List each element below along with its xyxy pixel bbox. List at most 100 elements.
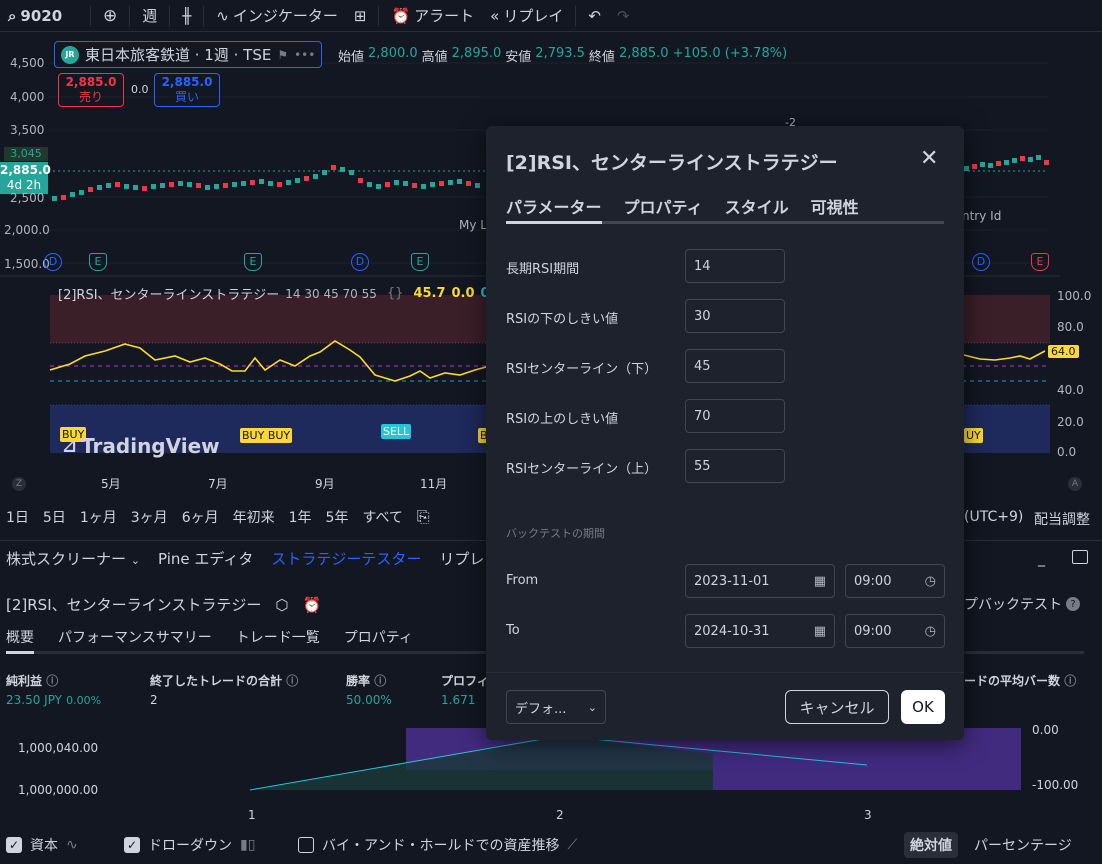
layouts-button[interactable]: ⊞ [346,0,375,32]
flag-icon[interactable]: ⚑ [277,48,288,62]
subtab-properties[interactable]: プロパティ [344,627,413,647]
close-icon[interactable]: ✕ [920,146,938,171]
tab-screener[interactable]: 株式スクリーナー ⌄ [6,548,140,569]
line-icon: ∿ [66,837,78,853]
rsi-value: 0.0 [451,286,475,301]
range-1d[interactable]: 1日 [6,507,29,527]
equity-checkbox[interactable]: ✓ 資本 ∿ [6,835,78,855]
timezone[interactable]: (UTC+9) [964,509,1023,525]
subtab-overview[interactable]: 概要 [6,627,34,647]
range-6m[interactable]: 6ヶ月 [182,507,219,527]
subtab-trades[interactable]: トレード一覧 [236,627,320,647]
symbol-legend[interactable]: JR 東日本旅客鉄道 · 1週 · TSE ⚑ ••• [54,41,323,68]
chart-type-button[interactable]: ╫ [174,0,199,32]
calendar-icon[interactable]: ▦ [814,624,826,639]
clock-icon[interactable]: ◷ [925,624,936,639]
tab-replay[interactable]: リプレ [439,548,484,569]
checkbox-label: バイ・アンド・ホールドでの資産推移 [322,838,560,854]
candle [1036,155,1041,160]
symbol-search[interactable]: ⌕ 9020 [0,0,86,32]
stat-value: 2 [150,693,158,707]
tab-pine-editor[interactable]: Pine エディタ [158,548,253,569]
strategy-settings-dialog: [2]RSI、センターラインストラテジー ✕ パラメーター プロパティ スタイル… [486,126,964,740]
drawdown-checkbox[interactable]: ✓ ドローダウン ▮▯ [124,835,255,855]
bars-icon: ▮▯ [240,837,256,853]
redo-button[interactable]: ↷ [609,0,638,32]
replay-button[interactable]: « リプレイ [482,0,571,32]
info-icon[interactable]: ⓘ [46,674,58,688]
range-3m[interactable]: 3ヶ月 [131,507,168,527]
subtab-performance[interactable]: パフォーマンスサマリー [58,627,212,647]
checkbox-unchecked[interactable] [298,837,314,853]
candle [169,182,174,187]
candle [972,164,977,169]
sell-button[interactable]: 2,885.0 売り [58,73,124,107]
divider [203,5,205,26]
settings-icon[interactable]: ⬡ [275,596,288,614]
more-icon[interactable]: ••• [294,48,315,62]
from-date-input[interactable]: 2023-11-01 ▦ [685,564,835,598]
rsi-upper-input[interactable]: 70 [685,399,785,433]
range-1m[interactable]: 1ヶ月 [80,507,117,527]
deep-backtest[interactable]: プバックテスト ? [964,594,1080,614]
earnings-marker[interactable]: E [89,253,107,271]
range-ytd[interactable]: 年初来 [233,507,275,527]
calendar-icon[interactable]: ▦ [814,574,826,589]
dividend-marker[interactable]: D [44,253,62,271]
buy-button[interactable]: 2,885.0 買い [154,73,220,107]
candle [340,167,345,172]
candle [430,182,435,187]
tab-style[interactable]: スタイル [725,194,789,218]
tab-properties[interactable]: プロパティ [624,194,703,218]
rsi-center-upper-input[interactable]: 55 [685,449,785,483]
dividend-marker[interactable]: D [351,253,369,271]
auto-scale-button[interactable]: A [1068,477,1082,491]
rsi-legend[interactable]: [2]RSI、センターラインストラテジー 14 30 45 70 55 {} 4… [58,284,504,303]
indicators-button[interactable]: ∿ インジケーター [208,0,346,32]
tab-parameters[interactable]: パラメーター [506,194,602,218]
source-code-icon[interactable]: {} [387,286,404,301]
rsi-length-input[interactable]: 14 [685,249,785,283]
rsi-lower-input[interactable]: 30 [685,299,785,333]
range-1y[interactable]: 1年 [289,507,312,527]
alert-button[interactable]: ⏰ アラート [383,0,482,32]
rsi-center-lower-input[interactable]: 45 [685,349,785,383]
info-icon[interactable]: ⓘ [1064,674,1076,688]
to-date-input[interactable]: 2024-10-31 ▦ [685,614,835,648]
range-all[interactable]: すべて [362,507,402,527]
dividend-marker[interactable]: D [972,253,990,271]
minimize-icon[interactable]: _ [1038,551,1045,567]
cancel-button[interactable]: キャンセル [785,690,889,724]
candle [412,183,417,188]
buyhold-checkbox[interactable]: バイ・アンド・ホールドでの資産推移 ⟋ [298,835,577,855]
undo-button[interactable]: ↶ [580,0,609,32]
earnings-marker[interactable]: E [244,253,262,271]
range-5d[interactable]: 5日 [43,507,66,527]
info-icon[interactable]: ⓘ [374,674,386,688]
clock-icon[interactable]: ◷ [925,574,936,589]
earnings-marker[interactable]: E [411,253,429,271]
range-5y[interactable]: 5年 [326,507,349,527]
zoom-button[interactable]: Z [12,477,26,491]
alert-add-icon[interactable]: ⏰ [302,596,321,614]
candle [475,183,480,188]
interval-button[interactable]: 週 [134,0,165,32]
checkbox-checked[interactable]: ✓ [6,837,22,853]
percentage-toggle[interactable]: パーセンテージ [974,835,1072,855]
checkbox-checked[interactable]: ✓ [124,837,140,853]
maximize-icon[interactable] [1072,550,1088,564]
info-icon[interactable]: ⓘ [286,674,298,688]
date-range-icon[interactable]: ⎘ [417,507,430,527]
ok-button[interactable]: OK [901,690,945,724]
to-time-input[interactable]: 09:00 ◷ [845,614,945,648]
from-time-input[interactable]: 09:00 ◷ [845,564,945,598]
tab-visibility[interactable]: 可視性 [811,194,859,218]
compare-button[interactable]: ⊕ [95,0,125,32]
earnings-marker[interactable]: E [1031,253,1049,271]
tab-strategy-tester[interactable]: ストラテジーテスター [271,548,421,569]
defaults-dropdown[interactable]: デフォ... ⌄ [506,690,606,724]
defaults-label: デフォ... [515,701,567,717]
help-icon[interactable]: ? [1066,597,1080,611]
absolute-toggle[interactable]: 絶対値 [904,832,958,858]
dividend-adjust[interactable]: 配当調整 [1034,509,1090,529]
